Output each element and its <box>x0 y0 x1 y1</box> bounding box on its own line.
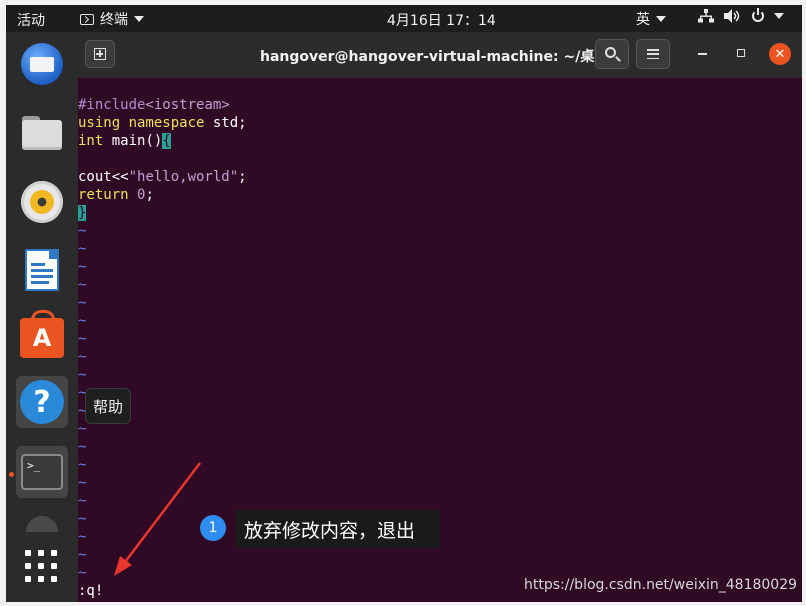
partial-app-icon[interactable] <box>26 516 58 532</box>
code-line-2: using namespace std; <box>78 115 247 131</box>
dock-item-software[interactable]: A <box>16 310 68 364</box>
input-method-label: 英 <box>636 12 650 28</box>
top-bar: 活动 终端 4月16日 17：14 英 <box>6 5 802 32</box>
code-line-6: return 0; <box>78 187 154 203</box>
code-line-1: #include<iostream> <box>78 97 230 113</box>
tilde-marker: ~ <box>78 439 87 455</box>
watermark: https://blog.csdn.net/weixin_48180029 <box>524 577 798 593</box>
tilde-marker: ~ <box>78 241 87 257</box>
tilde-marker: ~ <box>78 367 87 383</box>
volume-icon <box>724 9 740 23</box>
tilde-marker: ~ <box>78 331 87 347</box>
power-icon <box>752 8 764 22</box>
tilde-marker: ~ <box>78 529 87 545</box>
window-headerbar: hangover@hangover-virtual-machine: ~/桌面 … <box>78 32 802 78</box>
hamburger-icon <box>647 49 659 59</box>
dock-item-rhythmbox[interactable] <box>16 176 68 228</box>
app-menu[interactable]: 终端 <box>80 9 144 29</box>
dock: A ? >_ <box>6 32 78 602</box>
dock-item-help[interactable]: ? <box>16 376 68 428</box>
clock[interactable]: 4月16日 17：14 <box>387 10 496 30</box>
help-icon: ? <box>20 380 64 424</box>
tilde-marker: ~ <box>78 421 87 437</box>
thunderbird-icon <box>21 43 63 85</box>
terminal-icon: >_ <box>21 454 63 490</box>
vim-buffer: #include<iostream> using namespace std; … <box>78 96 247 582</box>
search-icon <box>604 46 616 58</box>
rhythmbox-icon <box>21 181 63 223</box>
tilde-marker: ~ <box>78 475 87 491</box>
code-line-7: } <box>78 205 87 221</box>
tilde-marker: ~ <box>78 511 87 527</box>
running-indicator <box>9 472 14 477</box>
maximize-button[interactable] <box>737 49 745 57</box>
tilde-marker: ~ <box>78 349 87 365</box>
tilde-marker: ~ <box>78 295 87 311</box>
minimize-button[interactable] <box>698 53 707 55</box>
tilde-marker: ~ <box>78 313 87 329</box>
tilde-marker: ~ <box>78 493 87 509</box>
tilde-marker: ~ <box>78 547 87 563</box>
tilde-marker: ~ <box>78 259 87 275</box>
chevron-down-icon <box>134 16 144 22</box>
code-line-3: int main(){ <box>78 133 171 149</box>
activities-button[interactable]: 活动 <box>17 10 45 30</box>
code-line-5: cout<<"hello,world"; <box>78 169 247 185</box>
dock-tooltip: 帮助 <box>85 388 131 424</box>
dock-item-writer[interactable] <box>16 244 68 296</box>
dock-item-thunderbird[interactable] <box>16 38 68 90</box>
new-tab-button[interactable] <box>85 40 115 68</box>
tilde-marker: ~ <box>78 457 87 473</box>
system-tray[interactable] <box>698 8 784 23</box>
tilde-marker: ~ <box>78 277 87 293</box>
tilde-marker: ~ <box>78 565 87 581</box>
tilde-marker: ~ <box>78 223 87 239</box>
window-title: hangover@hangover-virtual-machine: ~/桌面 <box>260 49 609 65</box>
menu-button[interactable] <box>636 39 670 69</box>
folder-icon <box>22 116 62 150</box>
chevron-down-icon <box>656 16 666 22</box>
terminal-app-icon <box>80 13 94 25</box>
network-icon <box>698 9 714 23</box>
close-button[interactable]: ✕ <box>769 43 791 65</box>
terminal-view[interactable]: #include<iostream> using namespace std; … <box>78 78 802 602</box>
dock-item-files[interactable] <box>16 107 68 159</box>
show-applications-icon[interactable] <box>25 550 59 584</box>
chevron-down-icon <box>774 13 784 19</box>
dock-item-terminal[interactable]: >_ <box>16 446 68 498</box>
software-store-icon: A <box>20 310 64 358</box>
input-method-menu[interactable]: 英 <box>636 9 666 29</box>
search-button[interactable] <box>595 39 629 69</box>
app-menu-label: 终端 <box>100 12 128 28</box>
vim-command-line: :q! <box>78 583 104 599</box>
new-tab-icon <box>94 48 106 60</box>
document-icon <box>25 249 59 291</box>
step-number-badge: 1 <box>200 515 226 541</box>
step-label: 放弃修改内容，退出 <box>236 510 440 548</box>
